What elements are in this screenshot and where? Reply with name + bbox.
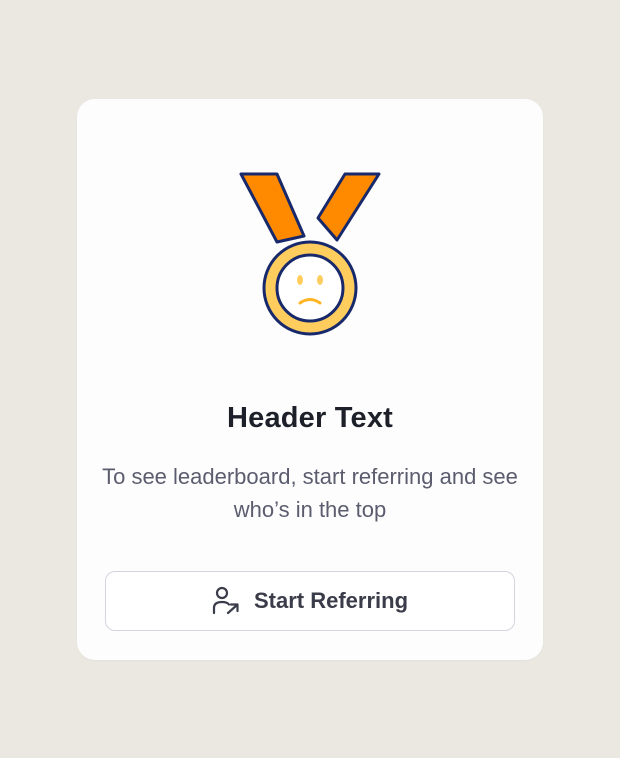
- medal-ribbon-right: [316, 172, 381, 242]
- medal-eye-right: [317, 275, 323, 285]
- medal-eye-left: [297, 275, 303, 285]
- sad-medal-icon: [239, 172, 381, 336]
- start-referring-label: Start Referring: [253, 588, 409, 613]
- empty-state-description: To see leaderboard, start referring and …: [102, 464, 518, 522]
- user-share-icon: [212, 586, 239, 615]
- medal-ribbon-left: [239, 172, 306, 244]
- empty-state-title: Header Text: [226, 402, 394, 434]
- empty-state-card: Header Text To see leaderboard, start re…: [77, 99, 543, 660]
- start-referring-button[interactable]: Start Referring: [105, 571, 515, 631]
- medal-face: [275, 253, 345, 323]
